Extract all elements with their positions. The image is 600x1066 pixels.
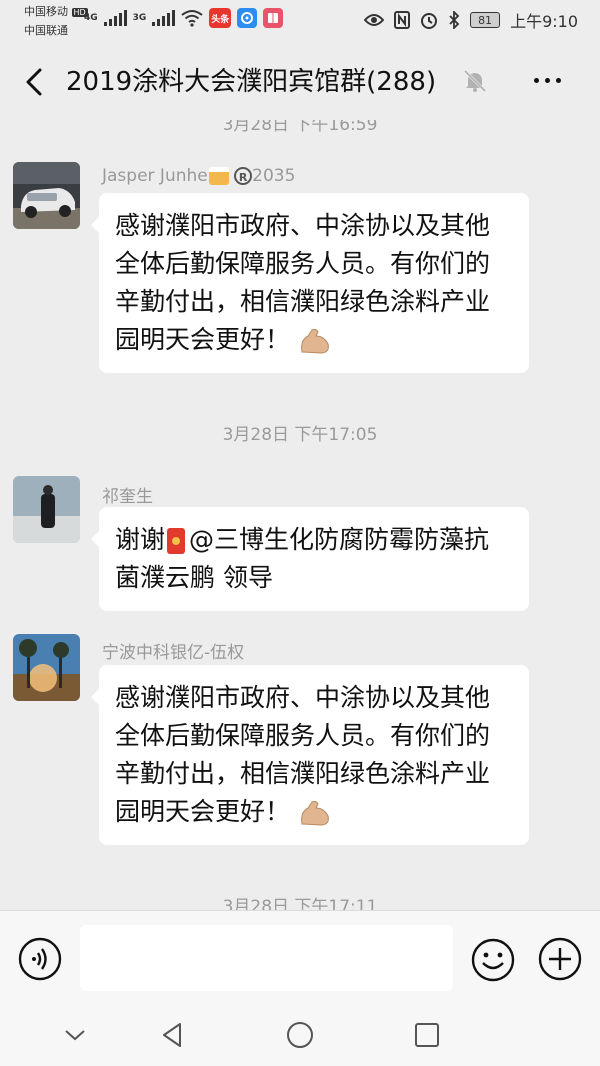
message-text: 谢谢: [115, 525, 166, 554]
timestamp: 3月28日 下午17:11: [222, 897, 378, 910]
emoji-icon[interactable]: [470, 937, 516, 983]
sender-name: 祁奎生: [102, 487, 153, 507]
signal-2-icon: [152, 10, 176, 26]
mute-bell-icon: [463, 69, 487, 93]
chat-title: 2019涂料大会濮阳宾馆群(288): [66, 67, 437, 97]
nav-home-icon[interactable]: [285, 1020, 315, 1050]
nfc-icon: [394, 11, 411, 29]
timestamp-partial: 3月28日 下午16:59: [222, 120, 378, 135]
back-icon[interactable]: [20, 64, 50, 100]
input-bar: [0, 910, 600, 1007]
message-input[interactable]: [80, 925, 453, 991]
battery-icon: 81: [470, 12, 501, 28]
avatar-jasper[interactable]: [13, 162, 80, 229]
toutiao-label: 头条: [211, 14, 230, 25]
flexed-biceps-icon: [301, 800, 329, 826]
signal-1-icon: [103, 10, 127, 26]
avatar-ningbo[interactable]: [13, 634, 80, 701]
sender-name: 宁波中科银亿-伍权: [102, 643, 245, 663]
wifi-icon: [181, 10, 203, 27]
dot-icon: [545, 78, 550, 83]
chat-header: 2019涂料大会濮阳宾馆群(288): [0, 44, 600, 120]
flexed-biceps-icon: [301, 328, 329, 354]
battery-level: 81: [478, 13, 493, 27]
sender-name-text: Jasper Junhe: [102, 166, 208, 186]
nav-back-icon[interactable]: [158, 1020, 188, 1050]
nav-hide-icon[interactable]: [60, 1020, 90, 1050]
eye-icon: [364, 14, 385, 26]
bluetooth-icon: [449, 11, 460, 29]
app-blue-icon: [237, 8, 258, 28]
carrier-2: 中国联通: [24, 24, 68, 37]
system-nav-bar: [0, 1006, 600, 1066]
timestamp: 3月28日 下午17:05: [222, 425, 378, 445]
beer-emoji-icon: [208, 167, 229, 185]
book-icon: [263, 8, 284, 28]
message-list[interactable]: 3月28日 下午16:59 Jasper Junhe R 2035 感谢濮阳市政府…: [0, 120, 600, 910]
plus-icon[interactable]: [538, 937, 582, 981]
sender-suffix: 2035: [252, 166, 296, 186]
status-right: 81 上午9:10: [364, 8, 578, 32]
carrier-1-label: 中国移动: [24, 5, 68, 18]
message-bubble[interactable]: 谢谢 @三博生化防腐防霉防藻抗菌濮云鹏 领导: [91, 507, 529, 611]
voice-icon[interactable]: [18, 937, 62, 981]
message-bubble[interactable]: 感谢濮阳市政府、中涂协以及其他全体后勤保障服务人员。有你们的辛勤付出，相信濮阳绿…: [91, 665, 529, 845]
network-indicators: 4G 3G 头条: [84, 8, 284, 28]
nav-recents-icon[interactable]: [412, 1020, 442, 1050]
dot-icon: [556, 78, 561, 83]
clock: 上午9:10: [510, 12, 578, 31]
status-bar: 中国移动 HD 中国联通 4G 3G 头条 81 上午9:10: [0, 0, 600, 44]
more-options-button[interactable]: [534, 78, 561, 83]
message-bubble[interactable]: 感谢濮阳市政府、中涂协以及其他全体后勤保障服务人员。有你们的辛勤付出，相信濮阳绿…: [91, 193, 529, 373]
net-type-2: 3G: [132, 13, 147, 23]
toutiao-icon: 头条: [209, 8, 232, 28]
red-envelope-icon: [167, 528, 186, 554]
net-type-1: 4G: [84, 13, 98, 23]
alarm-icon: [421, 13, 438, 29]
carrier-1: 中国移动 HD: [24, 5, 88, 19]
sender-name: Jasper Junhe R 2035: [102, 166, 295, 186]
registered-icon: R: [234, 167, 253, 185]
avatar-qi[interactable]: [13, 476, 80, 543]
dot-icon: [534, 78, 539, 83]
